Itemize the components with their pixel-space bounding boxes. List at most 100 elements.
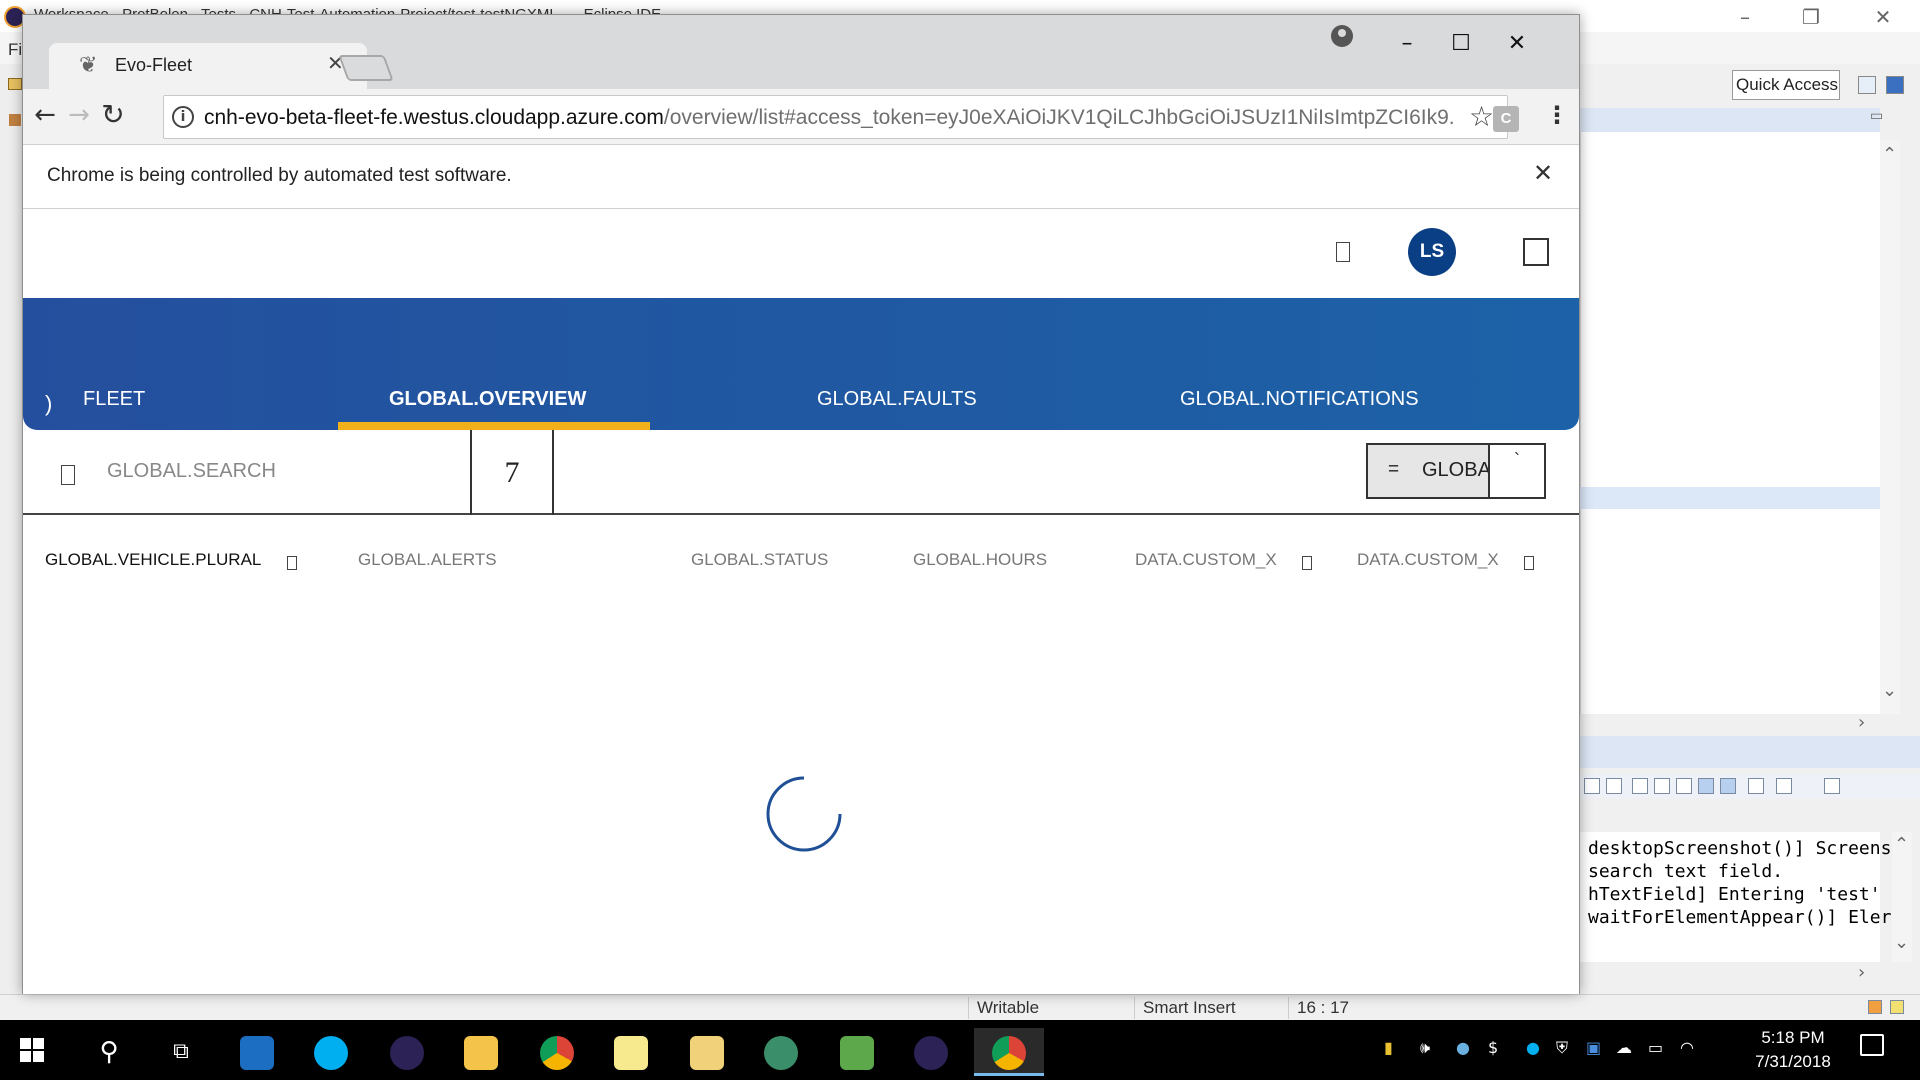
sticky-notes-icon[interactable] [600,1028,662,1076]
eclipse-console-header [1580,736,1920,768]
minimize-panel-icon[interactable]: ▭ [1870,108,1883,124]
column-header-hours[interactable]: GLOBAL.HOURS [913,550,1047,570]
eclipse-outline-panel [1580,108,1880,714]
java-perspective-icon[interactable] [1886,76,1904,94]
search-input[interactable]: GLOBAL.SEARCH [107,460,276,483]
shield-icon[interactable]: ▮ [1384,1038,1402,1057]
volume-icon[interactable]: 🕪 [1420,1038,1438,1057]
console-line: waitForElementAppear()] Eler [1588,907,1892,928]
wifi-icon[interactable]: ◠ [1680,1038,1698,1057]
profile-icon[interactable] [1331,25,1353,47]
sort-icon[interactable] [287,556,297,570]
scroll-down-icon[interactable]: ⌄ [1882,680,1897,701]
package-icon[interactable] [9,114,21,126]
network-globe-icon[interactable] [750,1028,812,1076]
perspective-icon[interactable] [1858,76,1876,94]
scroll-down-icon[interactable]: ⌄ [1894,932,1909,953]
security-icon[interactable]: ⛨ [1556,1038,1574,1057]
chrome-icon[interactable] [974,1028,1044,1076]
scroll-right-icon[interactable]: › [1858,712,1865,733]
reload-icon[interactable]: ↻ [95,97,131,133]
outlook-icon[interactable] [226,1028,288,1076]
site-info-icon[interactable]: i [172,106,194,128]
menu-icon[interactable] [1523,238,1549,266]
terminate-icon[interactable] [1584,778,1600,794]
filter-select-label: GLOBA [1422,459,1491,481]
skype-icon[interactable] [300,1028,362,1076]
address-url[interactable]: cnh-evo-beta-fleet-fe.westus.cloudapp.az… [204,106,1454,130]
rss-icon[interactable] [1868,1000,1882,1014]
column-header-vehicles[interactable]: GLOBAL.VEHICLE.PLURAL [45,550,261,570]
infobar-message: Chrome is being controlled by automated … [47,165,512,186]
tab-faults[interactable]: GLOBAL.FAULTS [817,388,977,430]
task-view-icon[interactable]: ⧉ [150,1028,212,1076]
tab-fleet[interactable]: FLEET [83,388,145,430]
forward-arrow-icon[interactable]: → [61,97,97,133]
avatar[interactable]: LS [1408,228,1456,276]
outlook-tray-icon[interactable]: ▣ [1586,1038,1604,1057]
display-console-icon[interactable] [1776,778,1792,794]
chrome-icon[interactable] [526,1028,588,1076]
clock-date: 7/31/2018 [1755,1052,1831,1071]
tip-icon[interactable] [1890,1000,1904,1014]
bookmark-star-icon[interactable]: ☆ [1469,100,1494,133]
action-center-icon[interactable] [1860,1034,1884,1056]
windows-start-icon[interactable] [20,1038,44,1062]
sort-icon[interactable] [1524,556,1534,570]
filter-select[interactable]: = GLOBA ` [1366,443,1546,499]
folder-icon[interactable] [8,78,22,90]
sort-icon[interactable] [1302,556,1312,570]
chrome-close-button[interactable]: ✕ [1497,29,1537,59]
pin-console-icon[interactable] [1748,778,1764,794]
show-console-icon[interactable] [1698,778,1714,794]
file-explorer-icon[interactable] [450,1028,512,1076]
column-header-custom-2[interactable]: DATA.CUSTOM_X [1357,550,1499,570]
globe-icon[interactable]: ● [1456,1038,1474,1057]
chrome-minimize-button[interactable]: – [1387,29,1427,59]
eclipse-minimize-button[interactable]: – [1722,4,1768,30]
scroll-lock-icon[interactable] [1654,778,1670,794]
tab-notifications[interactable]: GLOBAL.NOTIFICATIONS [1180,388,1419,430]
word-wrap-icon[interactable] [1676,778,1692,794]
column-header-status[interactable]: GLOBAL.STATUS [691,550,828,570]
browser-tab[interactable]: ❦ Evo-Fleet ✕ [49,43,367,89]
table-header: GLOBAL.VEHICLE.PLURAL GLOBAL.ALERTS GLOB… [23,517,1579,597]
new-tab-button[interactable] [338,55,394,81]
skype-tray-icon[interactable]: ● [1526,1038,1544,1057]
eclipse-console-scrollbar[interactable]: ⌃ ⌄ [1892,832,1912,962]
address-bar[interactable]: i cnh-evo-beta-fleet-fe.westus.cloudapp.… [163,95,1508,139]
search-icon[interactable]: ⚲ [78,1028,140,1076]
chrome-maximize-button[interactable]: ☐ [1441,29,1481,59]
filter-count-badge[interactable]: 7 [472,430,552,515]
column-header-alerts[interactable]: GLOBAL.ALERTS [358,550,497,570]
clock[interactable]: 5:18 PM 7/31/2018 [1738,1026,1848,1074]
dollar-icon[interactable]: $ [1488,1038,1506,1057]
eclipse-console-output[interactable]: desktopScreenshot()] Screens search text… [1580,832,1902,962]
scroll-up-icon[interactable]: ⌃ [1882,144,1897,165]
nav-back-icon[interactable]: ) [45,391,52,417]
chrome-toolbar: ← → ↻ i cnh-evo-beta-fleet-fe.westus.clo… [23,89,1579,145]
eclipse-icon[interactable] [376,1028,438,1076]
chrome-menu-icon[interactable]: ⋮ [1545,101,1569,129]
eclipse-close-button[interactable]: ✕ [1860,4,1906,30]
onedrive-icon[interactable]: ☁ [1616,1038,1634,1057]
back-arrow-icon[interactable]: ← [27,97,63,133]
column-header-custom-1[interactable]: DATA.CUSTOM_X [1135,550,1277,570]
extension-icon[interactable]: C [1493,106,1519,132]
onedrive-folder-icon[interactable] [676,1028,738,1076]
notification-icon[interactable] [1336,242,1350,262]
scroll-right-icon[interactable]: › [1858,962,1865,983]
eclipse-icon[interactable] [900,1028,962,1076]
battery-icon[interactable]: ▭ [1648,1038,1666,1057]
clear-console-icon[interactable] [1632,778,1648,794]
scroll-up-icon[interactable]: ⌃ [1894,834,1909,855]
eclipse-restore-button[interactable]: ❐ [1788,4,1834,30]
eclipse-outline-scrollbar[interactable]: ⌃ ⌄ [1880,140,1900,714]
open-console-icon[interactable] [1824,778,1840,794]
quick-access-field[interactable]: Quick Access [1732,70,1840,100]
spreadsheet-app-icon[interactable] [826,1028,888,1076]
show-error-icon[interactable] [1720,778,1736,794]
remove-launch-icon[interactable] [1606,778,1622,794]
filter-select-toggle[interactable]: ` [1488,445,1544,497]
infobar-close-icon[interactable]: ✕ [1533,159,1553,187]
